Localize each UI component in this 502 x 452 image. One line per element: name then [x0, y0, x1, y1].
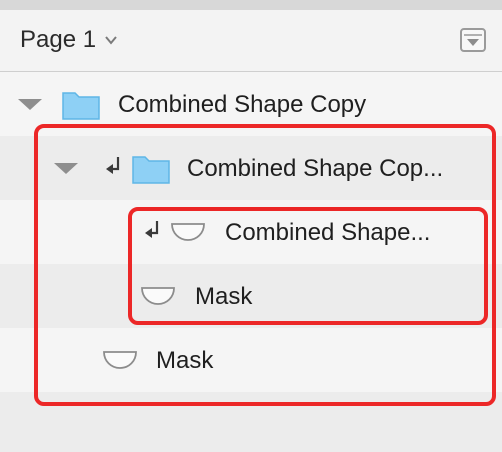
- layer-label: Combined Shape Cop...: [187, 155, 444, 182]
- layer-list: Combined Shape Copy Combined Shape Cop..…: [0, 72, 502, 452]
- layer-row-mask-inner[interactable]: Mask: [0, 264, 502, 328]
- layer-label: Mask: [195, 283, 253, 310]
- layer-label: Mask: [156, 347, 214, 374]
- layer-label: Combined Shape Copy: [118, 91, 367, 118]
- clipping-arrow-icon: [106, 157, 120, 174]
- layer-row-combined-shape-copy[interactable]: Combined Shape Copy: [0, 72, 502, 136]
- layer-row-combined-shape-copy-nested[interactable]: Combined Shape Cop...: [0, 136, 502, 200]
- clipping-arrow-icon: [145, 221, 159, 238]
- disclosure-triangle-icon[interactable]: [18, 99, 42, 110]
- layers-panel-header: Page 1: [0, 10, 502, 72]
- collapse-panel-icon: [467, 39, 479, 46]
- layer-row-combined-shape[interactable]: Combined Shape...: [0, 200, 502, 264]
- collapse-panel-button[interactable]: [460, 28, 486, 52]
- mask-shape-icon: [141, 287, 175, 305]
- layer-label: Combined Shape...: [225, 219, 431, 246]
- disclosure-triangle-icon[interactable]: [54, 163, 78, 174]
- folder-icon: [132, 156, 170, 184]
- window-top-edge: [0, 0, 502, 10]
- folder-icon: [62, 92, 100, 120]
- chevron-down-icon: [105, 36, 117, 45]
- mask-shape-icon: [171, 223, 205, 241]
- page-selector[interactable]: Page 1: [20, 26, 118, 54]
- mask-shape-icon: [103, 351, 137, 369]
- page-label: Page 1: [20, 26, 97, 53]
- layer-row-mask-outer[interactable]: Mask: [0, 328, 502, 392]
